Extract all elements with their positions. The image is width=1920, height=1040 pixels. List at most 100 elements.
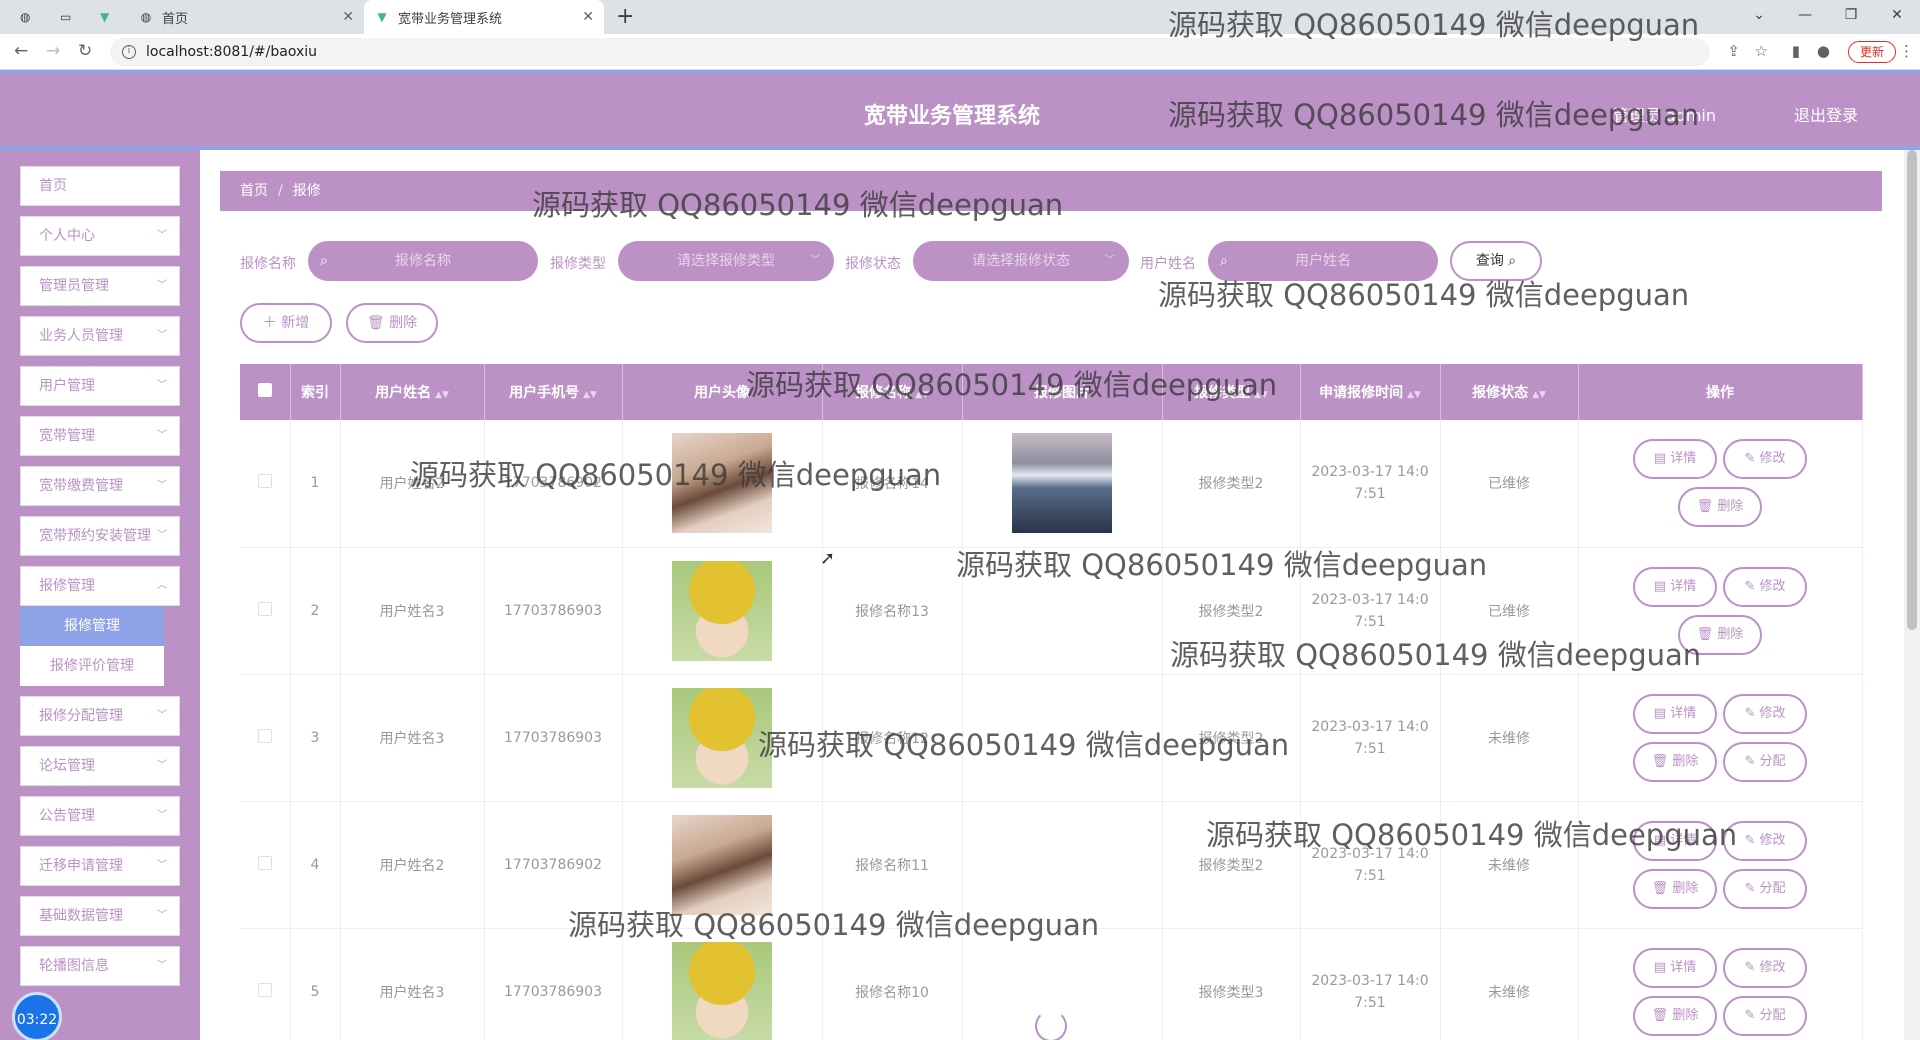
new-tab-button[interactable]: + bbox=[616, 4, 634, 29]
edit-button[interactable]: ✎ 修改 bbox=[1723, 693, 1807, 734]
sidebar-item-notices[interactable]: 公告管理 ﹀ bbox=[20, 796, 180, 836]
row-checkbox[interactable] bbox=[240, 928, 291, 1040]
browser-tab-active[interactable]: ▼ 宽带业务管理系统 ✕ bbox=[364, 0, 604, 34]
detail-button[interactable]: ▤ 详情 bbox=[1633, 693, 1717, 734]
reload-icon[interactable]: ↻ bbox=[78, 41, 92, 61]
column-header[interactable]: 报修名称 ▲▼ bbox=[822, 364, 963, 420]
profile-icon[interactable]: ● bbox=[1817, 42, 1830, 60]
logout-link[interactable]: 退出登录 bbox=[1794, 102, 1858, 126]
sidebar-item-staff[interactable]: 业务人员管理 ﹀ bbox=[20, 316, 180, 356]
phone-cell: 17703786903 bbox=[484, 928, 623, 1040]
row-checkbox[interactable] bbox=[240, 674, 291, 802]
select-all-checkbox[interactable] bbox=[240, 364, 291, 420]
sidebar-item-migration[interactable]: 迁移申请管理 ﹀ bbox=[20, 846, 180, 886]
browser-tab-home[interactable]: ◍ 首页 ✕ bbox=[128, 0, 364, 34]
edit-icon: ✎ bbox=[1744, 832, 1756, 848]
star-icon[interactable]: ☆ bbox=[1755, 42, 1768, 60]
sidebar-subitem-repairs[interactable]: 报修管理 bbox=[20, 606, 164, 646]
column-header[interactable]: 申请报修时间 ▲▼ bbox=[1300, 364, 1441, 420]
delete-button[interactable]: 🗑 删除 bbox=[1633, 868, 1717, 909]
sort-icon[interactable]: ▲▼ bbox=[1407, 390, 1421, 400]
detail-button[interactable]: ▤ 详情 bbox=[1633, 947, 1717, 988]
repair-type-select[interactable]: 请选择报修类型 ﹀ bbox=[618, 241, 834, 281]
sort-icon[interactable]: ▲▼ bbox=[583, 390, 597, 400]
sidebar-item-carousel[interactable]: 轮播图信息 ﹀ bbox=[20, 946, 180, 986]
assign-button[interactable]: ✎ 分配 bbox=[1723, 741, 1807, 782]
detail-button[interactable]: ▤ 详情 bbox=[1633, 439, 1717, 480]
back-icon[interactable]: ← bbox=[14, 41, 28, 61]
table-row: 4 用户姓名2 17703786902 报修名称11 报修类型2 2023-03-17 1… bbox=[240, 801, 1863, 929]
column-header[interactable]: 报修状态 ▲▼ bbox=[1440, 364, 1579, 420]
breadcrumb: 首页 / 报修 bbox=[220, 171, 1882, 211]
recording-timer: 03:22 bbox=[12, 992, 62, 1040]
breadcrumb-home[interactable]: 首页 bbox=[240, 183, 268, 199]
row-checkbox[interactable] bbox=[240, 801, 291, 929]
sidebar-item-forum[interactable]: 论坛管理 ﹀ bbox=[20, 746, 180, 786]
delete-button[interactable]: 🗑 删除 bbox=[1633, 995, 1717, 1036]
page-scrollbar[interactable] bbox=[1904, 150, 1920, 1040]
sidebar-item-broadband[interactable]: 宽带管理 ﹀ bbox=[20, 416, 180, 456]
tab-search-icon[interactable]: ⌄ bbox=[1736, 0, 1782, 34]
detail-button[interactable]: ▤ 详情 bbox=[1633, 820, 1717, 861]
bulk-delete-button[interactable]: 🗑 删除 bbox=[346, 303, 438, 343]
sort-icon[interactable]: ▲▼ bbox=[435, 390, 449, 400]
sidebar-item-home[interactable]: 首页 bbox=[20, 166, 180, 206]
row-checkbox[interactable] bbox=[240, 420, 291, 548]
query-button[interactable]: 查询 ⌕ bbox=[1450, 241, 1542, 281]
close-icon[interactable]: ✕ bbox=[582, 9, 594, 25]
sidebar-item-profile[interactable]: 个人中心 ﹀ bbox=[20, 216, 180, 256]
repair-type-cell: 报修类型2 bbox=[1162, 420, 1301, 548]
close-icon[interactable]: ✕ bbox=[342, 9, 354, 25]
row-checkbox[interactable] bbox=[240, 547, 291, 675]
column-header[interactable]: 报修类型 ▲▼ bbox=[1162, 364, 1301, 420]
sidebar-item-repair-assign[interactable]: 报修分配管理 ﹀ bbox=[20, 696, 180, 736]
delete-button[interactable]: 🗑 删除 bbox=[1633, 741, 1717, 782]
sidebar-item-users[interactable]: 用户管理 ﹀ bbox=[20, 366, 180, 406]
edit-button[interactable]: ✎ 修改 bbox=[1723, 820, 1807, 861]
info-icon[interactable]: i bbox=[122, 45, 136, 59]
repair-status-select[interactable]: 请选择报修状态 ﹀ bbox=[913, 241, 1129, 281]
user-name-input[interactable]: ⌕ 用户姓名 bbox=[1208, 241, 1438, 281]
edit-button[interactable]: ✎ 修改 bbox=[1723, 439, 1807, 480]
assign-button[interactable]: ✎ 分配 bbox=[1723, 995, 1807, 1036]
delete-button[interactable]: 🗑 删除 bbox=[1678, 614, 1762, 655]
menu-icon[interactable]: ⋮ bbox=[1899, 42, 1914, 60]
sidebar-subitem-repair-reviews[interactable]: 报修评价管理 bbox=[20, 646, 164, 686]
browser-tab[interactable]: ▭ bbox=[50, 0, 84, 34]
edit-button[interactable]: ✎ 修改 bbox=[1723, 566, 1807, 607]
forward-icon[interactable]: → bbox=[46, 41, 60, 61]
sort-icon[interactable]: ▲▼ bbox=[915, 390, 929, 400]
url-field[interactable]: i localhost:8081/#/baoxiu bbox=[110, 38, 1710, 66]
column-header[interactable]: 用户手机号 ▲▼ bbox=[484, 364, 623, 420]
minimize-icon[interactable]: — bbox=[1782, 0, 1828, 34]
update-button[interactable]: 更新 bbox=[1848, 41, 1896, 63]
row-index: 5 bbox=[290, 928, 341, 1040]
sort-icon[interactable]: ▲▼ bbox=[1254, 390, 1268, 400]
sidebar-item-admins[interactable]: 管理员管理 ﹀ bbox=[20, 266, 180, 306]
table-row: 2 用户姓名3 17703786903 报修名称13 报修类型2 2023-03-17 1… bbox=[240, 547, 1863, 675]
sidebar-item-repairs[interactable]: 报修管理 ︿ bbox=[20, 566, 180, 606]
sidebar-item-base-data[interactable]: 基础数据管理 ﹀ bbox=[20, 896, 180, 936]
add-button[interactable]: ＋ 新增 bbox=[240, 303, 332, 343]
browser-tab[interactable]: ◍ bbox=[10, 0, 44, 34]
scrollbar-thumb[interactable] bbox=[1907, 150, 1917, 630]
column-header[interactable]: 用户姓名 ▲▼ bbox=[340, 364, 485, 420]
phone-cell: 17703786902 bbox=[484, 801, 623, 929]
restore-icon[interactable]: ❐ bbox=[1828, 0, 1874, 34]
assign-button[interactable]: ✎ 分配 bbox=[1723, 868, 1807, 909]
sort-icon[interactable]: ▲▼ bbox=[1532, 390, 1546, 400]
sidebar-item-payments[interactable]: 宽带缴费管理 ﹀ bbox=[20, 466, 180, 506]
repair-name-input[interactable]: ⌕ 报修名称 bbox=[308, 241, 538, 281]
chevron-down-icon: ﹀ bbox=[157, 710, 167, 721]
detail-button[interactable]: ▤ 详情 bbox=[1633, 566, 1717, 607]
sidebar-item-installations[interactable]: 宽带预约安装管理 ﹀ bbox=[20, 516, 180, 556]
browser-tab[interactable]: ▼ bbox=[90, 0, 124, 34]
close-window-icon[interactable]: ✕ bbox=[1874, 0, 1920, 34]
window-controls: ⌄ — ❐ ✕ bbox=[1736, 0, 1920, 34]
repair-table: 索引 用户姓名 ▲▼ 用户手机号 ▲▼ 用户头像 报修名称 ▲▼ 报修图片 报修类型 ▲… bbox=[240, 364, 1863, 1040]
delete-button[interactable]: 🗑 删除 bbox=[1678, 487, 1762, 528]
edit-button[interactable]: ✎ 修改 bbox=[1723, 947, 1807, 988]
user-name-cell: 用户姓名2 bbox=[340, 420, 485, 548]
sidepanel-icon[interactable]: ▮ bbox=[1792, 42, 1800, 60]
share-icon[interactable]: ⇪ bbox=[1727, 42, 1740, 60]
